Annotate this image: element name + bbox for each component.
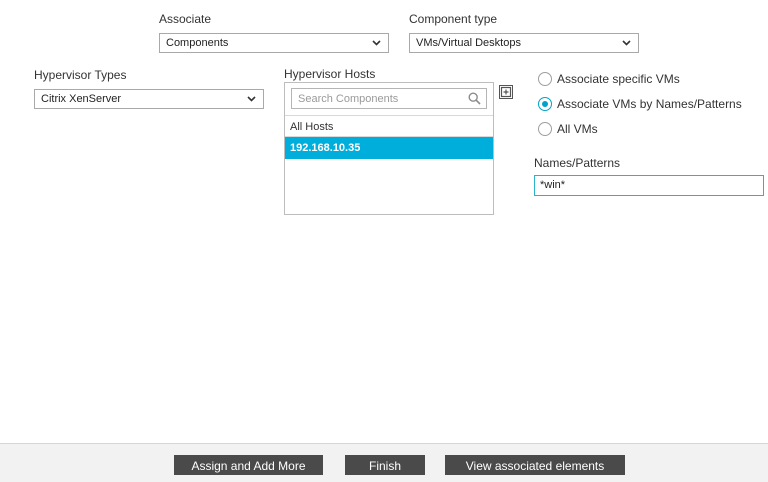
hypervisor-hosts-panel: All Hosts 192.168.10.35 — [284, 82, 494, 215]
host-item-all-hosts[interactable]: All Hosts — [285, 115, 493, 137]
search-icon[interactable] — [468, 92, 481, 105]
radio-button[interactable] — [538, 122, 552, 136]
search-components-input[interactable] — [291, 88, 487, 109]
assign-and-add-more-button[interactable]: Assign and Add More — [174, 455, 323, 475]
associate-select[interactable]: Components — [159, 33, 389, 53]
hypervisor-types-label: Hypervisor Types — [34, 68, 127, 82]
view-associated-elements-button[interactable]: View associated elements — [445, 455, 625, 475]
associate-label: Associate — [159, 12, 212, 26]
radio-label: All VMs — [557, 122, 598, 136]
hypervisor-types-selected-value: Citrix XenServer — [41, 93, 122, 105]
component-type-select[interactable]: VMs/Virtual Desktops — [409, 33, 639, 53]
hypervisor-hosts-label: Hypervisor Hosts — [284, 67, 376, 81]
radio-button-checked[interactable] — [538, 97, 552, 111]
radio-label: Associate specific VMs — [557, 72, 680, 86]
finish-button[interactable]: Finish — [345, 455, 425, 475]
associate-selected-value: Components — [166, 37, 229, 49]
expand-icon[interactable] — [499, 85, 513, 99]
chevron-down-icon — [372, 40, 381, 46]
chevron-down-icon — [247, 96, 256, 102]
names-patterns-input[interactable]: *win* — [534, 175, 764, 196]
host-item-selected[interactable]: 192.168.10.35 — [285, 137, 493, 159]
names-patterns-label: Names/Patterns — [534, 156, 621, 170]
radio-button[interactable] — [538, 72, 552, 86]
radio-label: Associate VMs by Names/Patterns — [557, 97, 742, 111]
hypervisor-types-select[interactable]: Citrix XenServer — [34, 89, 264, 109]
component-type-selected-value: VMs/Virtual Desktops — [416, 37, 521, 49]
chevron-down-icon — [622, 40, 631, 46]
component-type-label: Component type — [409, 12, 498, 26]
footer-bar: Assign and Add More Finish View associat… — [0, 443, 768, 482]
